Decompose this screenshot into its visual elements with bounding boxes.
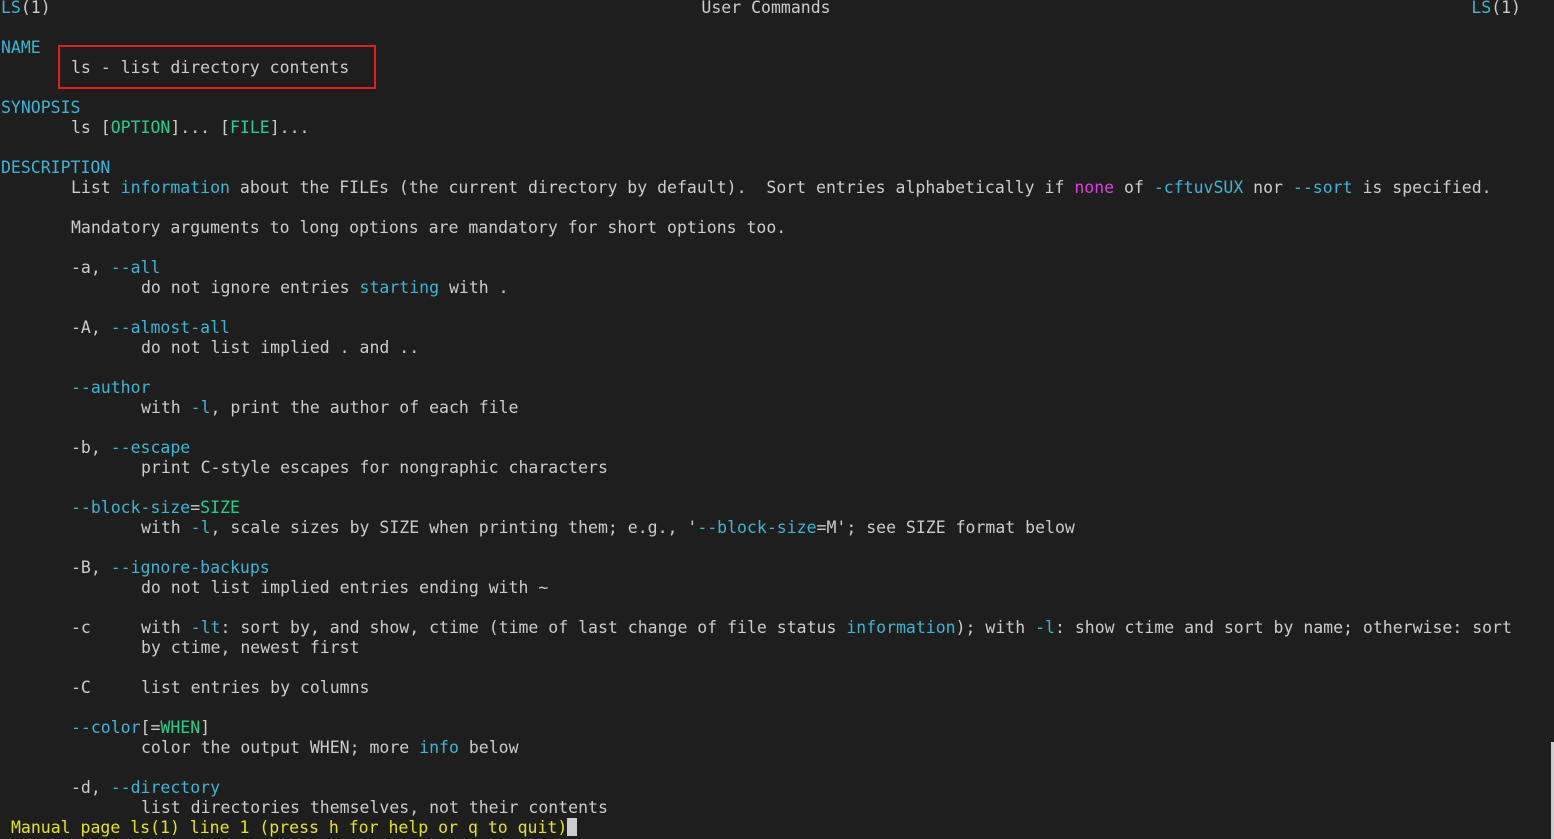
desc-text: , scale sizes by SIZE when printing them… — [210, 518, 698, 537]
desc-text: with — [141, 398, 191, 417]
option-block-size: --block-size=SIZE — [71, 498, 240, 518]
option-directory-desc: list directories themselves, not their c… — [141, 798, 608, 817]
desc-text: : sort by, and show, ctime (time of last… — [220, 618, 847, 637]
desc-option: -l — [190, 398, 211, 417]
pager-status-bar[interactable]: Manual page ls(1) line 1 (press h for he… — [11, 818, 578, 838]
desc-text: with — [141, 518, 191, 537]
option-color: --color[=WHEN] — [71, 718, 210, 738]
section-heading-synopsis: SYNOPSIS — [1, 98, 81, 117]
option-long: --almost-all — [110, 318, 230, 337]
option-color-desc: color the output WHEN; more info below — [141, 738, 519, 758]
desc-text: is specified. — [1352, 178, 1492, 197]
desc-option: --block-size — [697, 518, 817, 537]
option-almost-all-desc: do not list implied . and .. — [141, 338, 420, 357]
desc-link: starting — [359, 278, 440, 297]
option-bracket: ] — [200, 718, 211, 737]
desc-text: with . — [439, 278, 509, 297]
option-short: -b — [71, 438, 91, 457]
option-ctime-desc: with -lt: sort by, and show, ctime (time… — [141, 618, 1512, 638]
desc-text: ); with — [955, 618, 1036, 637]
header-right-name: LS — [1471, 0, 1492, 17]
synopsis-option-arg: OPTION — [110, 118, 171, 137]
desc-option: -l — [1035, 618, 1055, 637]
option-escape-desc: print C-style escapes for nongraphic cha… — [141, 458, 608, 477]
option-long: --escape — [110, 438, 191, 457]
desc-text: about the FILEs (the current directory b… — [229, 178, 1075, 197]
option-long: --directory — [110, 778, 221, 797]
option-columns: -C — [71, 678, 91, 697]
option-escape: -b, --escape — [71, 438, 190, 458]
option-almost-all: -A, --almost-all — [71, 318, 230, 338]
option-long: --block-size — [71, 498, 191, 517]
option-sep: , — [90, 558, 111, 577]
status-text: Manual page ls(1) line 1 (press h for he… — [11, 818, 568, 837]
option-short: -B — [71, 558, 91, 577]
desc-text: =M'; see SIZE format below — [816, 518, 1075, 537]
desc-text: do not ignore entries — [141, 278, 360, 297]
description-paragraph-1: List information about the FILEs (the cu… — [71, 178, 1492, 198]
desc-link: info — [419, 738, 459, 757]
desc-text: of — [1114, 178, 1154, 197]
option-block-size-desc: with -l, scale sizes by SIZE when printi… — [141, 518, 1075, 538]
option-sep: , — [90, 778, 111, 797]
section-heading-name: NAME — [1, 38, 41, 57]
synopsis-line: ls [OPTION]... [FILE]... — [71, 118, 309, 138]
man-header-right: LS(1) — [1471, 0, 1521, 18]
man-header-title: User Commands — [701, 0, 831, 17]
synopsis-bracket: ]... — [269, 118, 310, 137]
synopsis-bracket: [ — [210, 118, 230, 137]
option-eq: = — [190, 498, 201, 517]
option-directory: -d, --directory — [71, 778, 220, 798]
desc-text: color the output WHEN; more — [141, 738, 420, 757]
option-ctime-desc-cont: by ctime, newest first — [141, 638, 360, 657]
desc-text: with — [141, 618, 191, 637]
option-long: --ignore-backups — [110, 558, 270, 577]
synopsis-bracket: ]... — [170, 118, 211, 137]
option-bracket: [ — [140, 718, 151, 737]
desc-text: below — [458, 738, 519, 757]
desc-text: , print the author of each file — [210, 398, 519, 417]
header-right-section: (1) — [1491, 0, 1521, 17]
option-arg: WHEN — [160, 718, 201, 737]
synopsis-file-arg: FILE — [229, 118, 270, 137]
option-eq: = — [150, 718, 161, 737]
text-cursor — [567, 818, 578, 836]
option-sep: , — [90, 438, 111, 457]
desc-link: information — [846, 618, 956, 637]
option-all: -a, --all — [71, 258, 160, 278]
option-columns-desc: list entries by columns — [141, 678, 370, 697]
option-sep: , — [90, 258, 111, 277]
highlight-box — [58, 45, 376, 89]
desc-text: nor — [1243, 178, 1293, 197]
desc-option: -l — [190, 518, 211, 537]
desc-keyword: none — [1074, 178, 1115, 197]
option-arg: SIZE — [200, 498, 240, 517]
option-all-desc: do not ignore entries starting with . — [141, 278, 509, 298]
desc-text: : show ctime and sort by name; otherwise… — [1054, 618, 1512, 637]
synopsis-bracket: [ — [90, 118, 111, 137]
option-sep: , — [90, 318, 111, 337]
option-short: -A — [71, 318, 91, 337]
option-author: --author — [71, 378, 151, 397]
section-heading-description: DESCRIPTION — [1, 158, 111, 177]
option-short: -d — [71, 778, 91, 797]
desc-option: -lt — [190, 618, 221, 637]
desc-option: --sort — [1292, 178, 1353, 197]
desc-text: List — [71, 178, 121, 197]
option-short: -a — [71, 258, 91, 277]
description-paragraph-2: Mandatory arguments to long options are … — [71, 218, 787, 237]
option-ignore-backups: -B, --ignore-backups — [71, 558, 270, 578]
option-long: --color — [71, 718, 141, 737]
desc-link: information — [120, 178, 230, 197]
synopsis-cmd: ls — [71, 118, 91, 137]
option-ignore-backups-desc: do not list implied entries ending with … — [141, 578, 549, 597]
option-ctime: -c — [71, 618, 91, 637]
option-long: --all — [110, 258, 161, 277]
option-author-desc: with -l, print the author of each file — [141, 398, 519, 418]
desc-option: -cftuvSUX — [1153, 178, 1244, 197]
